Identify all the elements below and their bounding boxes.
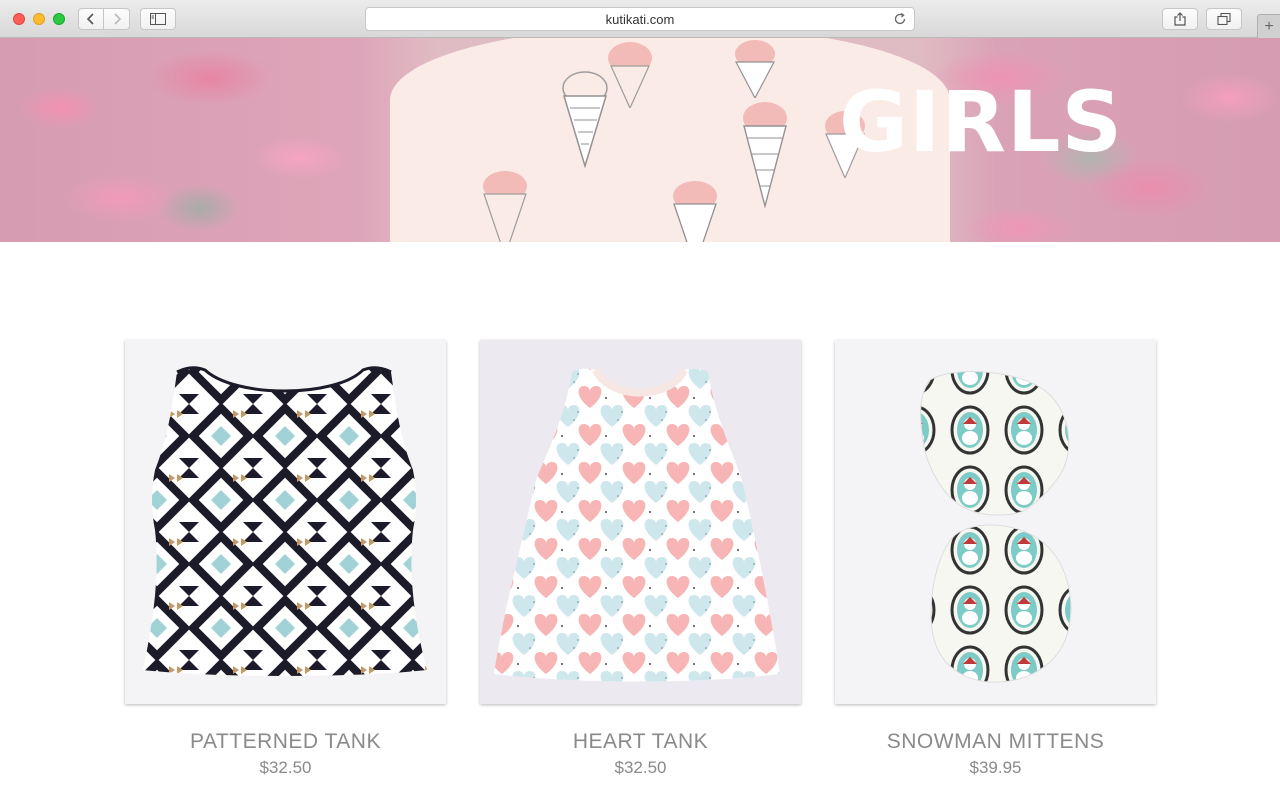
- product-name[interactable]: HEART TANK: [480, 728, 801, 756]
- close-window-button[interactable]: [13, 13, 25, 25]
- mitten-bottom: [930, 524, 1072, 683]
- product-card[interactable]: PATTERNED TANK $32.50: [125, 340, 446, 779]
- tabs-icon: [1217, 13, 1231, 25]
- product-image[interactable]: [480, 340, 801, 704]
- chevron-right-icon: [113, 13, 121, 25]
- new-tab-button[interactable]: +: [1257, 14, 1280, 38]
- sidebar-toggle-button[interactable]: [140, 8, 176, 30]
- chevron-left-icon: [86, 13, 94, 25]
- product-name[interactable]: PATTERNED TANK: [125, 728, 446, 756]
- page-title: GIRLS: [839, 73, 1123, 171]
- minimize-window-button[interactable]: [33, 13, 45, 25]
- share-button[interactable]: [1162, 8, 1198, 30]
- address-bar[interactable]: kutikati.com: [365, 7, 915, 31]
- category-hero-banner: GIRLS: [0, 38, 1280, 242]
- plus-icon: +: [1264, 17, 1274, 35]
- product-name[interactable]: SNOWMAN MITTENS: [835, 728, 1156, 756]
- back-button[interactable]: [78, 8, 104, 30]
- maximize-window-button[interactable]: [53, 13, 65, 25]
- product-price: $32.50: [259, 758, 312, 777]
- sidebar-icon: [150, 13, 166, 25]
- product-price: $32.50: [614, 758, 667, 777]
- product-card[interactable]: SNOWMAN MITTENS $39.95: [835, 340, 1156, 779]
- share-icon: [1174, 12, 1186, 26]
- product-image[interactable]: [835, 340, 1156, 704]
- reload-icon[interactable]: [893, 12, 907, 26]
- product-image[interactable]: [125, 340, 446, 704]
- url-text: kutikati.com: [605, 11, 675, 27]
- mitten-top: [920, 371, 1070, 516]
- product-card[interactable]: HEART TANK $32.50: [480, 340, 801, 779]
- browser-toolbar: kutikati.com +: [0, 0, 1280, 38]
- show-tabs-button[interactable]: [1206, 8, 1242, 30]
- forward-button[interactable]: [104, 8, 130, 30]
- product-price: $39.95: [969, 758, 1022, 777]
